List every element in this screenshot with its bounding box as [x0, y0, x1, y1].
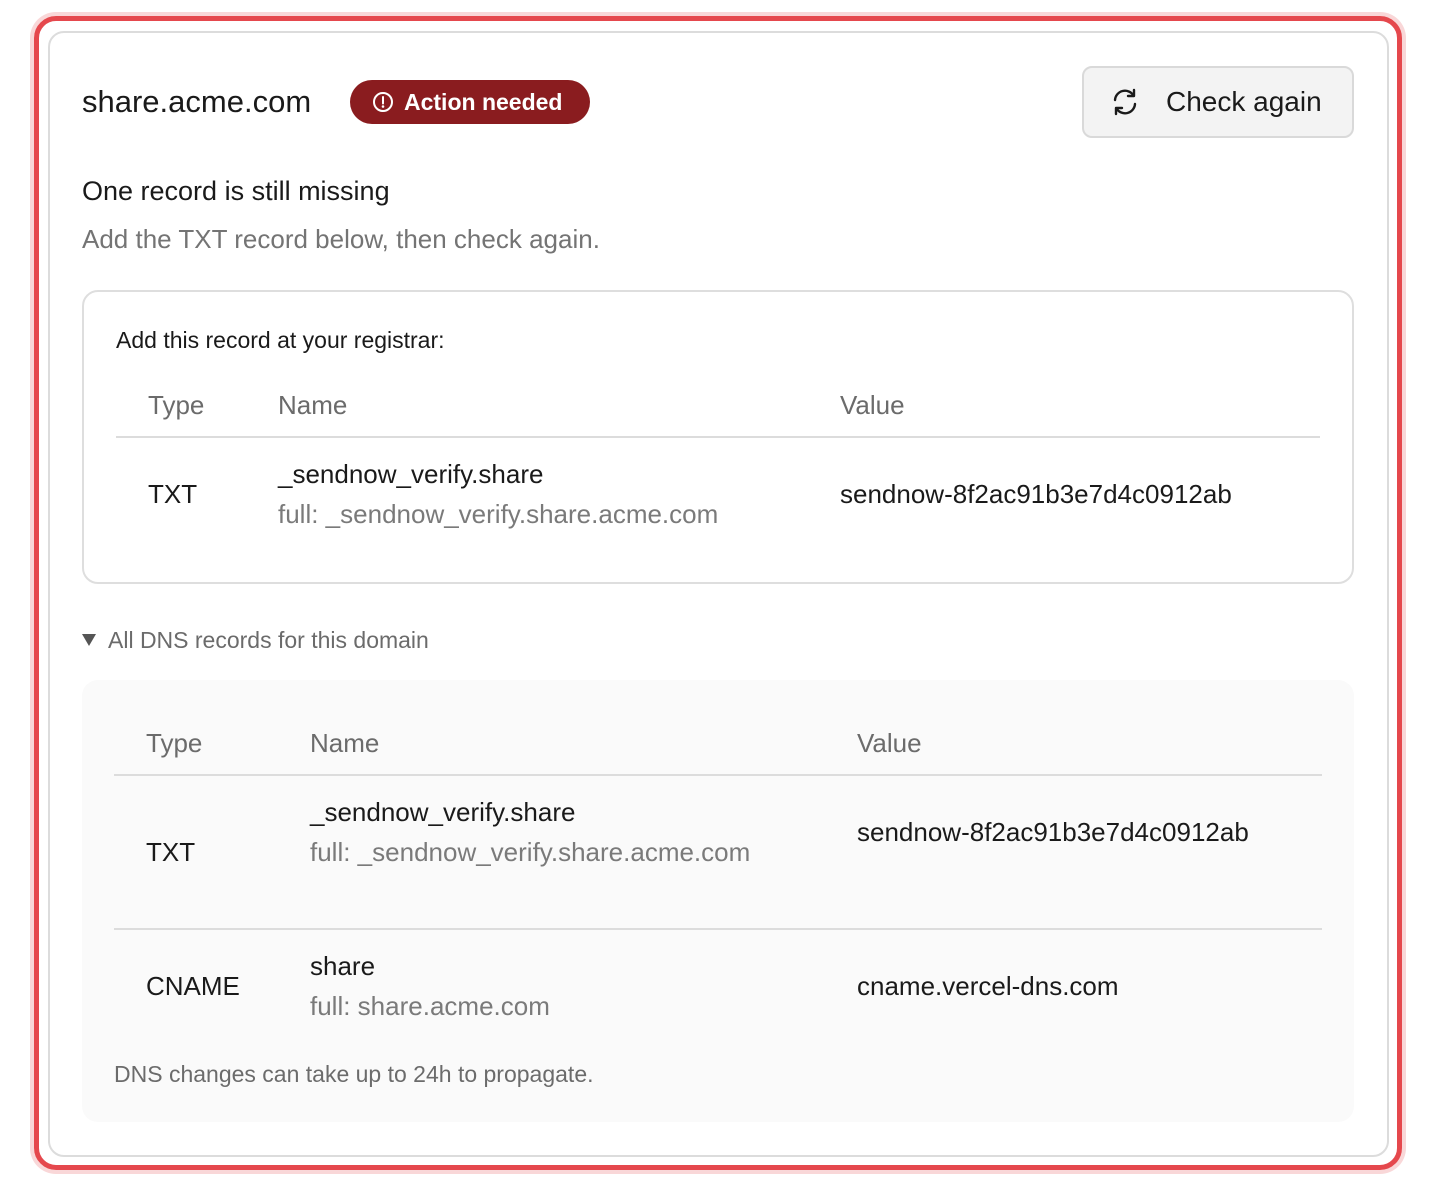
domain-title: share.acme.com [82, 84, 312, 119]
status-badge-label: Action needed [404, 88, 563, 115]
column-header-value: Value [840, 390, 905, 420]
all-records-toggle[interactable]: All DNS records for this domain [82, 624, 429, 656]
alert-circle-icon [372, 91, 394, 113]
table-row-value[interactable]: cname.vercel-dns.com [857, 966, 1119, 1006]
propagation-note: DNS changes can take up to 24h to propag… [114, 1061, 594, 1087]
record-value[interactable]: sendnow-8f2ac91b3e7d4c0912ab [840, 474, 1232, 514]
record-full-name: full: _sendnow_verify.share.acme.com [278, 499, 719, 529]
table-divider [116, 436, 1320, 438]
table-row-value[interactable]: sendnow-8f2ac91b3e7d4c0912ab [857, 812, 1282, 852]
record-name: _sendnow_verify.share [278, 459, 544, 489]
table-row-full-name: full: _sendnow_verify.share.acme.com [310, 837, 751, 867]
column-header-name: Name [310, 728, 380, 758]
all-records-panel [82, 680, 1354, 1122]
status-title: One record is still missing [82, 176, 390, 206]
check-again-button[interactable]: Check again [1082, 66, 1354, 138]
status-badge: Action needed [350, 80, 590, 124]
triangle-down-icon [82, 634, 96, 646]
column-header-value: Value [857, 728, 922, 758]
table-divider [114, 774, 1322, 776]
table-row-type: CNAME [146, 971, 240, 1001]
record-type: TXT [148, 479, 198, 509]
check-again-label: Check again [1166, 86, 1322, 117]
all-records-toggle-label: All DNS records for this domain [108, 627, 429, 653]
column-header-type: Type [146, 728, 203, 758]
column-header-name: Name [278, 390, 348, 420]
table-row-name: share [310, 951, 376, 981]
table-row-full-name: full: share.acme.com [310, 991, 550, 1021]
table-row-type: TXT [146, 837, 196, 867]
column-header-type: Type [148, 390, 205, 420]
table-row-name: _sendnow_verify.share [310, 797, 576, 827]
table-divider [114, 928, 1322, 930]
refresh-icon [1110, 87, 1140, 117]
status-subtitle: Add the TXT record below, then check aga… [82, 224, 600, 254]
required-record-heading: Add this record at your registrar: [116, 327, 445, 353]
